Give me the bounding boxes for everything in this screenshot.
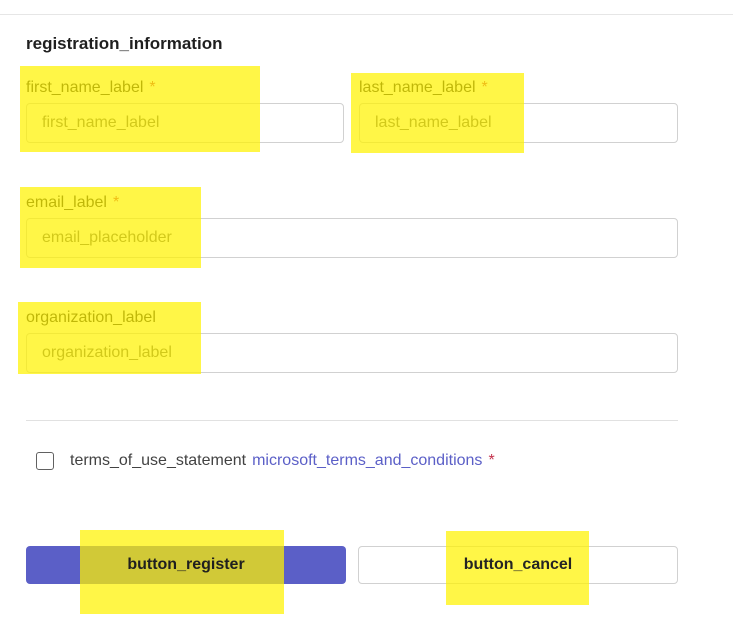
terms-row: terms_of_use_statement microsoft_terms_a… [36,450,495,472]
terms-checkbox[interactable] [36,452,54,470]
top-divider [0,14,733,15]
organization-label-text: organization_label [26,309,156,326]
organization-input[interactable] [26,333,678,373]
terms-statement: terms_of_use_statement [70,452,247,469]
required-marker: * [488,452,495,469]
first-name-label: first_name_label * [26,78,156,98]
required-marker: * [481,79,488,96]
register-button-label: button_register [127,556,245,573]
section-divider [26,420,678,421]
terms-link[interactable]: microsoft_terms_and_conditions [252,452,482,470]
last-name-input[interactable] [359,103,678,143]
cancel-button-label: button_cancel [463,556,573,573]
last-name-label-text: last_name_label [359,79,476,96]
last-name-label: last_name_label * [359,78,488,98]
email-label: email_label * [26,193,119,213]
section-title: registration_information [26,34,223,53]
email-label-text: email_label [26,194,107,211]
registration-form-page: registration_information first_name_labe… [0,0,733,627]
register-button[interactable]: button_register [26,530,346,614]
organization-label: organization_label [26,308,156,328]
required-marker: * [112,194,120,211]
first-name-label-text: first_name_label [26,79,144,96]
email-input[interactable] [26,218,678,258]
required-marker: * [149,79,156,96]
cancel-button[interactable]: button_cancel [358,531,678,605]
first-name-input[interactable] [26,103,344,143]
